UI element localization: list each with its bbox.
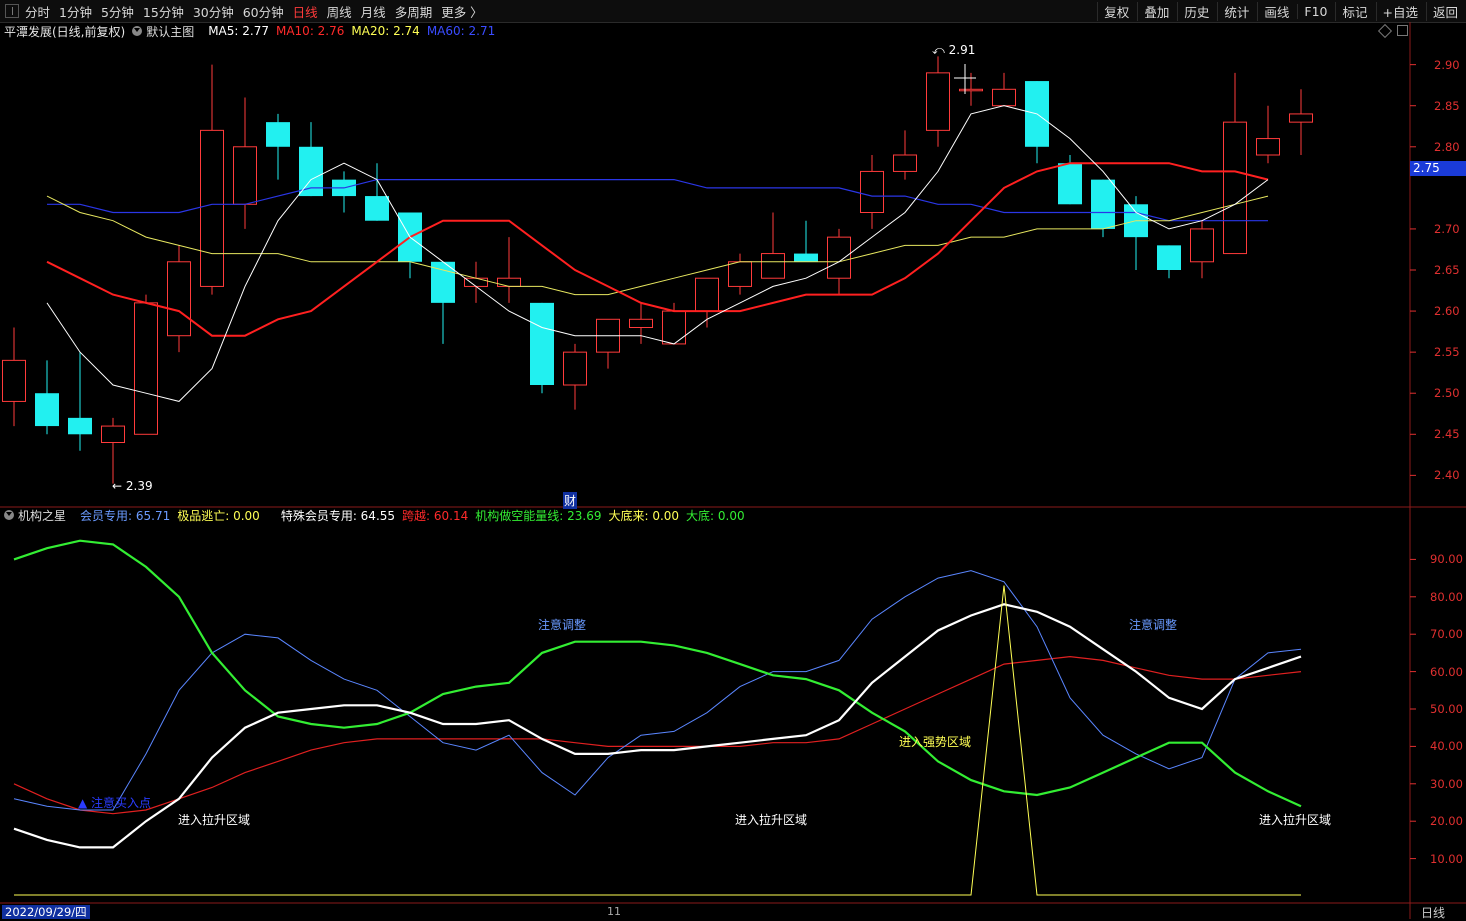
- cursor-date: 2022/09/29/四: [2, 905, 90, 919]
- finance-marker[interactable]: 财: [563, 492, 578, 509]
- candle-body-down: [68, 417, 92, 435]
- annotation-rise-zone-3: 进入拉升区域: [1259, 813, 1332, 827]
- ma60-line: [47, 179, 1268, 222]
- annotation-strong-zone: 进入强势区域: [899, 735, 972, 749]
- indicator-tick: 50.00: [1430, 702, 1463, 716]
- indicator-tick: 20.00: [1430, 814, 1463, 829]
- candle-body-down: [365, 196, 389, 221]
- candle-body-up: [629, 318, 653, 328]
- price-tick: 2.45: [1434, 427, 1460, 442]
- candle-body-down: [266, 122, 290, 147]
- candle-body-up: [2, 359, 26, 402]
- candle-body-up: [695, 277, 719, 312]
- indicator-tick: 10.00: [1430, 851, 1463, 866]
- price-tick: 2.60: [1434, 304, 1460, 319]
- price-tick: 2.50: [1434, 386, 1460, 401]
- month-marker: 11: [607, 905, 621, 918]
- candle-body-down: [1157, 245, 1181, 270]
- candle-body-up: [464, 277, 488, 287]
- candle-body-down: [530, 302, 554, 385]
- cross-line: [13, 655, 1302, 815]
- candle-body-up: [134, 302, 158, 435]
- ma20-line: [46, 195, 1269, 296]
- candle-body-up: [1256, 138, 1280, 156]
- candle-body-up: [101, 425, 125, 444]
- current-price-badge: 2.75: [1410, 161, 1466, 176]
- candle-body-down: [1091, 179, 1115, 229]
- candle-body-up: [1223, 121, 1247, 255]
- candle-body-up: [1289, 113, 1313, 123]
- candle-body-up: [662, 310, 686, 345]
- candle-body-up: [200, 129, 224, 287]
- member-line: [13, 570, 1302, 811]
- price-tick: 2.85: [1434, 98, 1460, 113]
- energy-line: [13, 539, 1302, 808]
- candle-body-down: [794, 253, 818, 262]
- annotation-note-adjust-1: 注意调整: [538, 618, 587, 632]
- candle-body-up: [827, 236, 851, 279]
- price-tick: 2.70: [1434, 221, 1460, 236]
- indicator-tick: 40.00: [1430, 739, 1463, 754]
- candle-body-up: [860, 170, 884, 214]
- indicator-tick: 60.00: [1430, 664, 1463, 679]
- price-tick: 2.80: [1434, 139, 1460, 154]
- candle-body-up: [1190, 228, 1214, 263]
- candle-body-up: [926, 72, 950, 131]
- candle-body-down: [299, 146, 323, 197]
- high-price-label: ⤺ 2.91: [932, 43, 976, 57]
- indicator-tick: 70.00: [1430, 627, 1463, 642]
- candle-body-down: [35, 393, 59, 427]
- annotation-rise-zone-1: 进入拉升区域: [178, 813, 251, 827]
- escape-line: [14, 585, 1301, 896]
- indicator-tick: 80.00: [1430, 589, 1463, 604]
- price-tick: 2.40: [1434, 468, 1460, 483]
- price-tick: 2.90: [1434, 57, 1460, 72]
- indicator-tick: 30.00: [1430, 776, 1463, 791]
- annotation-buy-point: ▲ 注意买入点: [78, 796, 152, 810]
- candle-body-up: [233, 146, 257, 205]
- candle-body-up: [167, 261, 191, 337]
- price-tick: 2.65: [1434, 263, 1460, 277]
- ma10-line: [46, 162, 1269, 337]
- candle-body-up: [497, 277, 521, 287]
- candle-body-up: [563, 351, 587, 386]
- candle-body-up: [959, 88, 983, 92]
- chart-canvas[interactable]: [0, 0, 1466, 919]
- annotation-note-adjust-2: 注意调整: [1129, 618, 1178, 632]
- candle-body-up: [992, 88, 1016, 107]
- price-tick: 2.55: [1434, 345, 1460, 360]
- candle-body-down: [1058, 163, 1082, 205]
- candle-body-up: [728, 261, 752, 287]
- period-label: 日线: [1421, 906, 1446, 920]
- candle-body-up: [893, 154, 917, 172]
- candle-body-up: [761, 253, 785, 279]
- indicator-tick: 90.00: [1430, 552, 1463, 567]
- annotation-rise-zone-2: 进入拉升区域: [735, 813, 808, 827]
- low-price-label: ← 2.39: [112, 479, 153, 493]
